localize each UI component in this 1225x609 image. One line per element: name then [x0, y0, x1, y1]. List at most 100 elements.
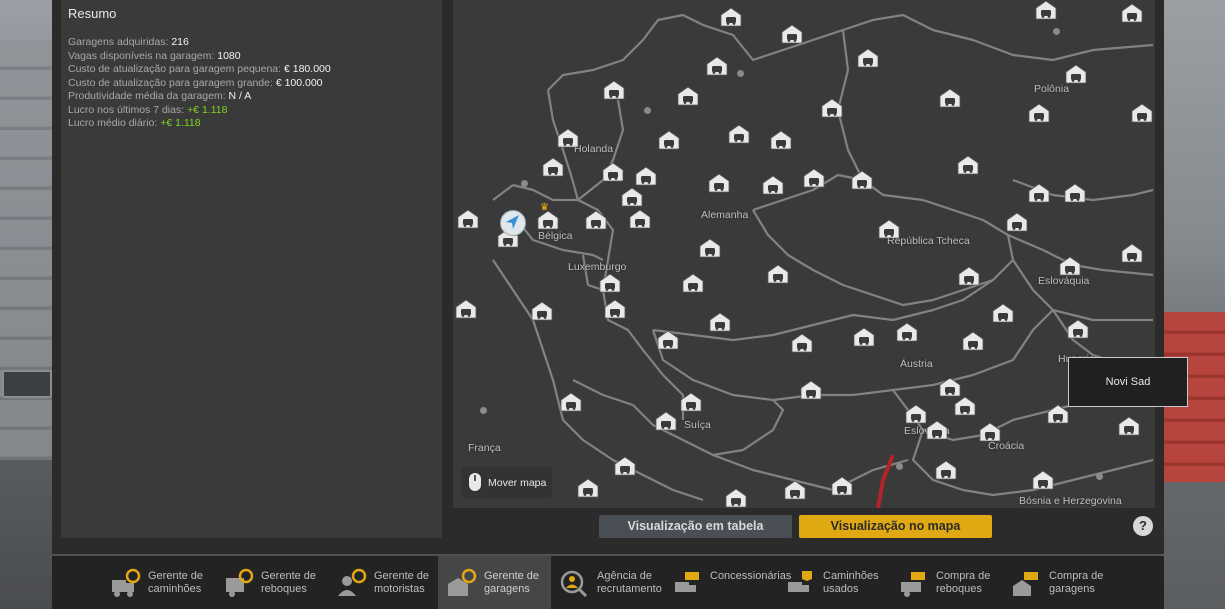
- nav-truck-manager[interactable]: Gerente de caminhões: [102, 556, 215, 609]
- garage-map[interactable]: Polônia Holanda Alemanha Bélgica Repúbli…: [453, 0, 1155, 508]
- garage-marker-icon[interactable]: [791, 333, 813, 353]
- truck-manager-icon: [112, 568, 141, 597]
- garage-marker-icon[interactable]: [1028, 103, 1050, 123]
- nav-label: Gerente de reboques: [261, 570, 317, 595]
- nav-dealerships[interactable]: Concessionárias: [664, 556, 792, 609]
- city-dot: [1053, 28, 1060, 35]
- garage-marker-icon[interactable]: [878, 219, 900, 239]
- garage-marker-icon[interactable]: [851, 170, 873, 190]
- garage-marker-icon[interactable]: [602, 162, 624, 182]
- garage-marker-icon[interactable]: [577, 478, 599, 498]
- garage-marker-icon[interactable]: [708, 173, 730, 193]
- garage-marker-icon[interactable]: [1032, 470, 1054, 490]
- garage-marker-icon[interactable]: [800, 380, 822, 400]
- garage-marker-icon[interactable]: [831, 476, 853, 496]
- garage-marker-icon[interactable]: [560, 392, 582, 412]
- garage-marker-icon[interactable]: [635, 166, 657, 186]
- garage-marker-icon[interactable]: [537, 210, 559, 230]
- garage-marker-icon[interactable]: [853, 327, 875, 347]
- stat-label: Lucro nos últimos 7 dias:: [68, 103, 185, 116]
- garage-marker-icon[interactable]: [542, 157, 564, 177]
- garage-marker-icon[interactable]: [655, 411, 677, 431]
- garage-marker-icon[interactable]: [935, 460, 957, 480]
- dealership-icon: [675, 572, 699, 592]
- garage-marker-icon[interactable]: [699, 238, 721, 258]
- garage-marker-icon[interactable]: [857, 48, 879, 68]
- garage-marker-icon[interactable]: [962, 331, 984, 351]
- garage-marker-icon[interactable]: [762, 175, 784, 195]
- garage-marker-icon[interactable]: [957, 155, 979, 175]
- nav-label: Concessionárias: [710, 570, 792, 582]
- garage-marker-icon[interactable]: [781, 24, 803, 44]
- map-view-button[interactable]: Visualização no mapa: [799, 515, 992, 538]
- garage-marker-icon[interactable]: [939, 88, 961, 108]
- garage-marker-icon[interactable]: [905, 404, 927, 424]
- garage-marker-icon[interactable]: [1035, 0, 1057, 20]
- country-label-germany: Alemanha: [701, 209, 749, 221]
- garage-marker-icon[interactable]: [531, 301, 553, 321]
- garage-marker-icon[interactable]: [677, 86, 699, 106]
- garage-marker-icon[interactable]: [767, 264, 789, 284]
- garage-marker-icon[interactable]: [1059, 256, 1081, 276]
- country-label-switzerland: Suíça: [684, 419, 711, 431]
- garage-marker-icon[interactable]: [629, 209, 651, 229]
- garage-marker-icon[interactable]: [770, 130, 792, 150]
- country-label-belgium: Bélgica: [538, 230, 573, 242]
- country-label-austria: Áustria: [900, 358, 933, 370]
- garage-marker-icon[interactable]: [1131, 103, 1153, 123]
- garage-marker-icon[interactable]: [1067, 319, 1089, 339]
- garage-marker-icon[interactable]: [557, 128, 579, 148]
- stat-label: Garagens adquiridas:: [68, 36, 169, 48]
- garage-marker-icon[interactable]: [682, 273, 704, 293]
- garage-marker-icon[interactable]: [1047, 404, 1069, 424]
- nav-trailer-purchase[interactable]: Compra de reboques: [890, 556, 1003, 609]
- garage-marker-icon[interactable]: [614, 456, 636, 476]
- garage-marker-icon[interactable]: [725, 488, 747, 508]
- garage-marker-icon[interactable]: [728, 124, 750, 144]
- garage-marker-icon[interactable]: [803, 168, 825, 188]
- garage-marker-icon[interactable]: [1028, 183, 1050, 203]
- garage-marker-icon[interactable]: [658, 130, 680, 150]
- garage-marker-icon[interactable]: [939, 377, 961, 397]
- garage-marker-icon[interactable]: [1121, 243, 1143, 263]
- garage-marker-icon[interactable]: [457, 209, 479, 229]
- nav-recruitment-agency[interactable]: Agência de recrutamento: [551, 556, 664, 609]
- garage-marker-icon[interactable]: [621, 187, 643, 207]
- garage-marker-icon[interactable]: [585, 210, 607, 230]
- garage-marker-icon[interactable]: [1064, 183, 1086, 203]
- player-location-icon[interactable]: [500, 210, 526, 236]
- garage-marker-icon[interactable]: [784, 480, 806, 500]
- garage-marker-icon[interactable]: [1118, 416, 1140, 436]
- garage-marker-icon[interactable]: [979, 422, 1001, 442]
- garage-marker-icon[interactable]: [1121, 3, 1143, 23]
- nav-driver-manager[interactable]: Gerente de motoristas: [328, 556, 441, 609]
- garage-marker-icon[interactable]: [720, 7, 742, 27]
- garage-marker-icon[interactable]: [821, 98, 843, 118]
- garage-marker-icon[interactable]: [599, 273, 621, 293]
- country-label-netherlands: Holanda: [574, 143, 614, 155]
- garage-marker-icon[interactable]: [958, 266, 980, 286]
- nav-garage-purchase[interactable]: Compra de garagens: [1003, 556, 1116, 609]
- nav-used-trucks[interactable]: Caminhões usados: [777, 556, 890, 609]
- stat-label: Custo de atualização para garagem pequen…: [68, 63, 282, 75]
- garage-marker-icon[interactable]: [992, 303, 1014, 323]
- help-icon[interactable]: ?: [1133, 516, 1153, 536]
- garage-marker-icon[interactable]: [706, 56, 728, 76]
- garage-marker-icon[interactable]: [657, 330, 679, 350]
- garage-marker-icon[interactable]: [1006, 212, 1028, 232]
- garage-marker-icon[interactable]: [1065, 64, 1087, 84]
- garage-marker-icon[interactable]: [604, 299, 626, 319]
- garage-marker-icon[interactable]: [455, 299, 477, 319]
- trailer-purchase-icon: [901, 572, 925, 597]
- table-view-button[interactable]: Visualização em tabela: [599, 515, 792, 538]
- garage-marker-icon[interactable]: [926, 420, 948, 440]
- garage-marker-icon[interactable]: [709, 312, 731, 332]
- garage-marker-icon[interactable]: [603, 80, 625, 100]
- nav-garage-manager[interactable]: Gerente de garagens: [438, 556, 551, 609]
- country-label-slovakia: Eslováquia: [1038, 275, 1090, 287]
- nav-trailer-manager[interactable]: Gerente de reboques: [215, 556, 328, 609]
- garage-marker-icon[interactable]: [896, 322, 918, 342]
- bottom-navigation: Gerente de caminhões Gerente de reboques…: [52, 556, 1164, 609]
- garage-marker-icon[interactable]: [680, 392, 702, 412]
- garage-marker-icon[interactable]: [954, 396, 976, 416]
